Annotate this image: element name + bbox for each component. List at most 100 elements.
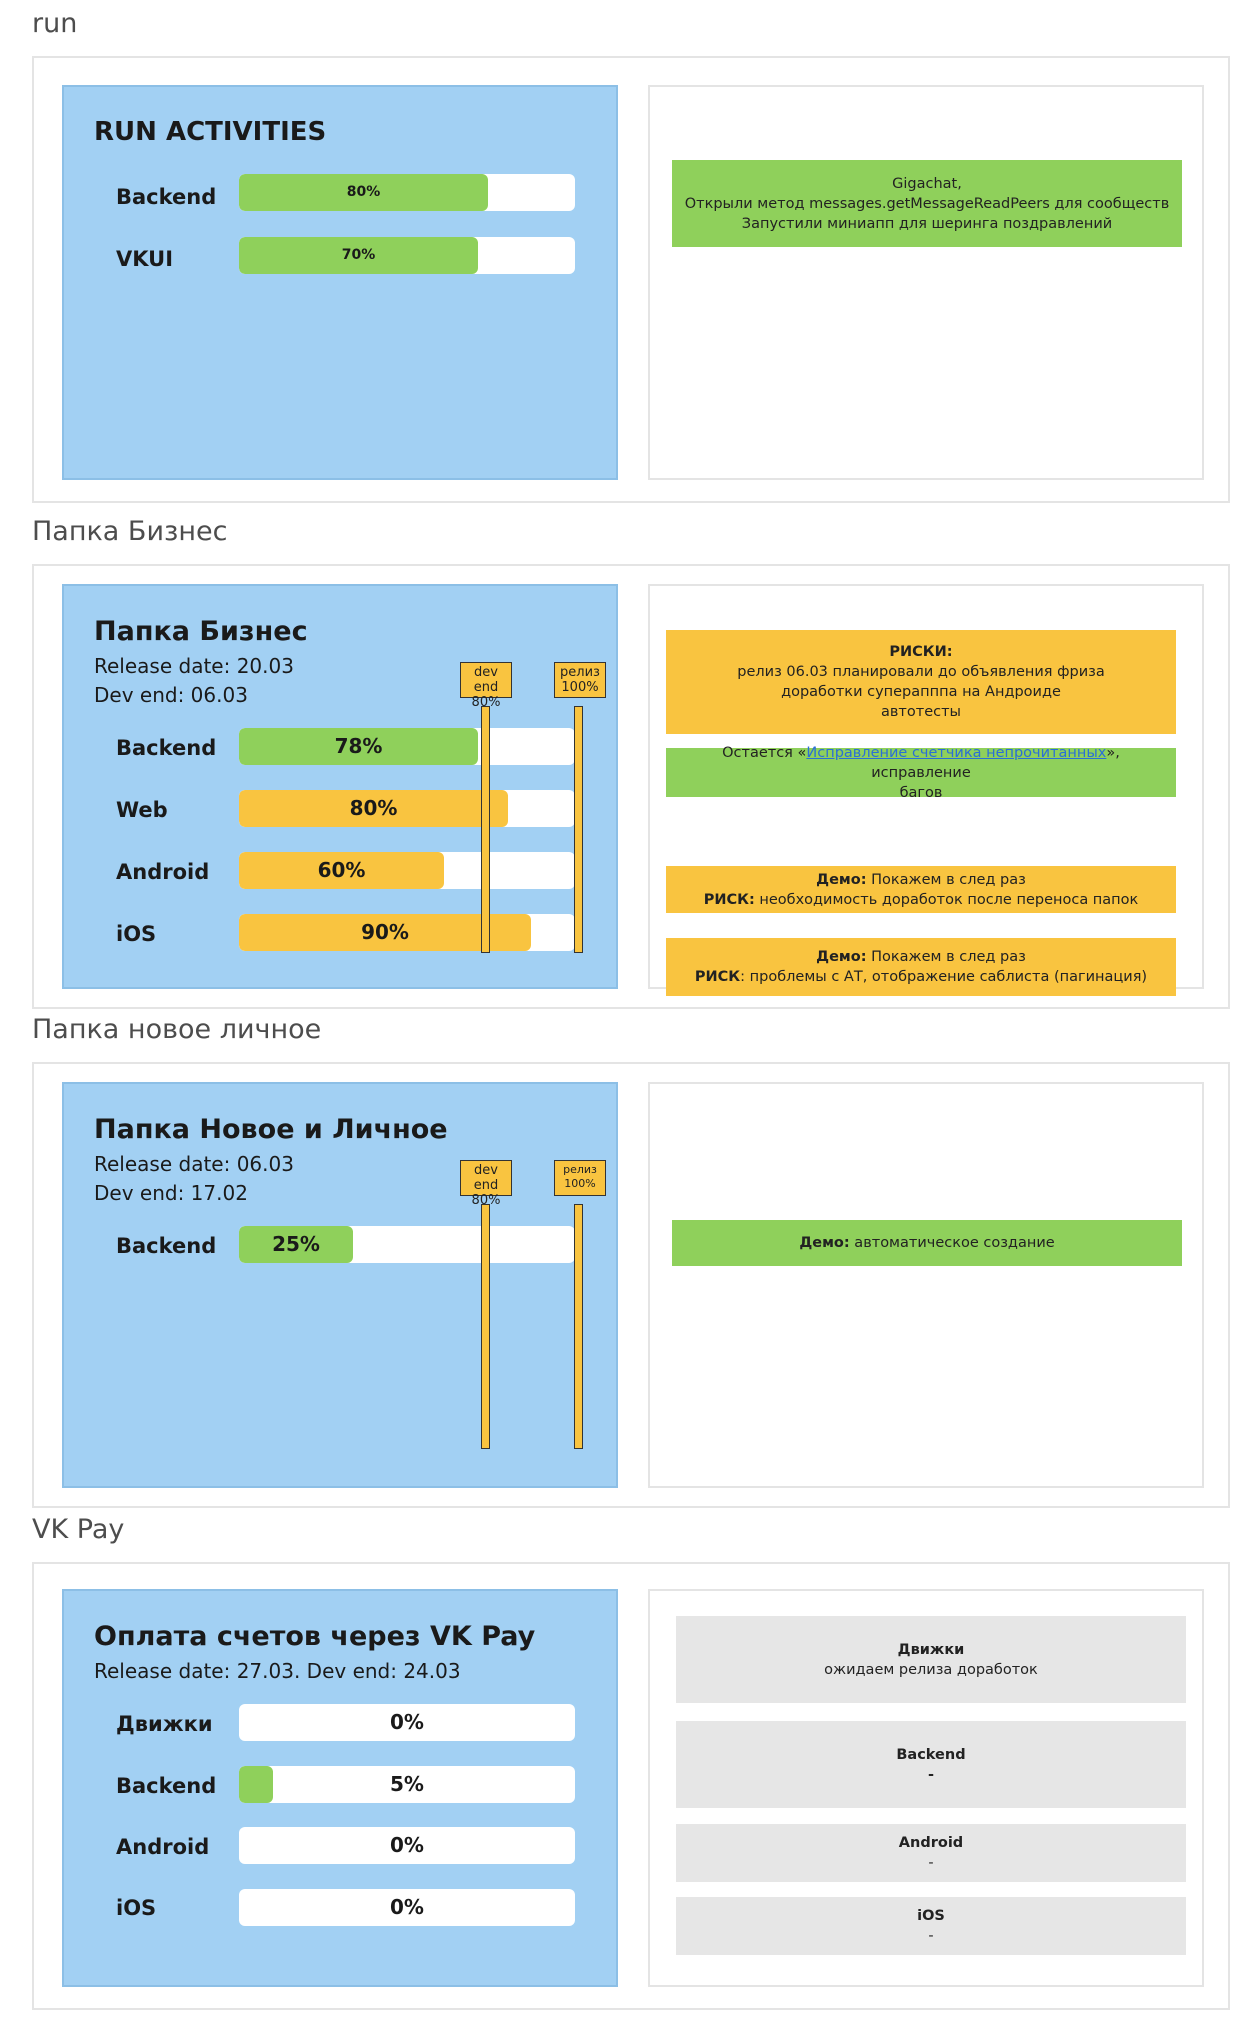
progress-percent: 0% [390, 1833, 424, 1857]
marker-release: релиз 100% [554, 1160, 606, 1196]
progress-bar-android: 0% [239, 1827, 575, 1864]
section-frame-vkpay: Оплата счетов через VK Pay Release date:… [32, 1562, 1230, 2010]
note-line: багов [899, 784, 943, 801]
note-line: доработки суперапппа на Андроиде [781, 684, 1061, 700]
note-risks: РИСКИ: релиз 06.03 планировали до объявл… [666, 630, 1176, 734]
panel-title: RUN ACTIVITIES [94, 117, 327, 147]
marker-label: релиз [560, 665, 600, 680]
marker-dev-end: dev end 80% [460, 662, 512, 710]
note-line: Gigachat, [892, 175, 962, 192]
progress-bar-ios: 0% [239, 1889, 575, 1926]
note-text: Покажем в след раз [866, 949, 1026, 965]
dev-end-line [481, 1204, 490, 1449]
panel-title: Оплата счетов через VK Pay [94, 1621, 536, 1652]
note-android: Android - [676, 1824, 1186, 1882]
progress-bar-web: 80% [239, 790, 575, 827]
note-backend: Backend - [676, 1721, 1186, 1808]
row-label-backend: Backend [116, 185, 217, 209]
dev-end-line [481, 706, 490, 953]
section-frame-new-personal: Папка Новое и Личное Release date: 06.03… [32, 1062, 1230, 1508]
notes-panel-run: Gigachat, Открыли метод messages.getMess… [648, 85, 1204, 480]
note-text: Остается « [722, 744, 807, 761]
progress-percent: 80% [346, 184, 381, 200]
progress-percent: 78% [334, 734, 383, 758]
progress-panel-run: RUN ACTIVITIES Backend 80% VKUI 70% [62, 85, 618, 480]
note-demo-2: Демо: Покажем в след раз РИСК: проблемы … [666, 938, 1176, 996]
row-label-vkui: VKUI [116, 247, 174, 271]
note-text: - [928, 1855, 934, 1871]
note-line: Запустили миниапп для шеринга поздравлен… [741, 215, 1113, 232]
row-label-android: Android [116, 1835, 210, 1859]
release-date: Release date: 06.03 [94, 1152, 294, 1176]
row-label-ios: iOS [116, 922, 157, 946]
notes-panel-new-personal: Демо: автоматическое создание [648, 1082, 1204, 1488]
row-label-web: Web [116, 798, 168, 822]
note-heading: Движки [897, 1641, 965, 1658]
note-remaining: Остается «Исправление счетчика непрочита… [666, 745, 1176, 801]
row-label-backend: Backend [116, 1774, 217, 1798]
dev-end-date: Dev end: 06.03 [94, 683, 248, 707]
note-text: : проблемы с АТ, отображение саблиста (п… [740, 969, 1148, 985]
note-line: Остается «Исправление счетчика непрочита… [676, 743, 1166, 783]
note-line: Демо: Покажем в след раз [816, 947, 1026, 967]
section-label-business: Папка Бизнес [32, 516, 228, 547]
note-line: Демо: автоматическое создание [799, 1233, 1054, 1253]
section-label-vkpay: VK Pay [32, 1514, 125, 1545]
note-demo-1: Демо: Покажем в след раз РИСК: необходим… [666, 866, 1176, 913]
note-text: необходимость доработок после переноса п… [754, 891, 1139, 908]
row-label-backend: Backend [116, 736, 217, 760]
progress-percent: 70% [341, 247, 376, 263]
unread-counter-link[interactable]: Исправление счетчика непрочитанных [806, 745, 1106, 761]
risk-label: РИСК: [703, 891, 755, 908]
notes-panel-business: РИСКИ: релиз 06.03 планировали до объявл… [648, 584, 1204, 996]
release-date: Release date: 27.03. Dev end: 24.03 [94, 1659, 461, 1683]
marker-value: 100% [564, 1177, 596, 1190]
note-engines: Движки ожидаем релиза доработок [676, 1616, 1186, 1703]
progress-bar-engines: 0% [239, 1704, 575, 1741]
note-line: Открыли метод messages.getMessageReadPee… [684, 195, 1170, 212]
progress-panel-new-personal: Папка Новое и Личное Release date: 06.03… [62, 1082, 618, 1488]
section-label-new-personal: Папка новое личное [32, 1014, 322, 1045]
progress-percent: 25% [272, 1232, 320, 1256]
progress-percent: 80% [349, 796, 398, 820]
demo-label: Демо: [816, 949, 867, 965]
progress-percent: 0% [390, 1895, 424, 1919]
row-label-android: Android [116, 860, 210, 884]
section-frame-run: RUN ACTIVITIES Backend 80% VKUI 70% Giga… [32, 56, 1230, 503]
release-line [574, 1204, 583, 1449]
risks-heading: РИСКИ: [889, 644, 953, 660]
section-label-run: run [32, 8, 78, 39]
row-label-engines: Движки [116, 1712, 213, 1736]
panel-title: Папка Бизнес [94, 616, 308, 647]
progress-percent: 0% [390, 1710, 424, 1734]
progress-bar-ios: 90% [239, 914, 575, 951]
note-text: Покажем в след раз [866, 871, 1026, 888]
demo-label: Демо: [816, 871, 867, 888]
marker-value: 100% [561, 680, 599, 695]
note-heading: Android [898, 1835, 964, 1851]
progress-bar-backend: 5% [239, 1766, 575, 1803]
marker-label: dev end [473, 1163, 499, 1193]
note-line: РИСК: необходимость доработок после пере… [704, 890, 1139, 910]
notes-panel-vkpay: Движки ожидаем релиза доработок Backend … [648, 1589, 1204, 1987]
section-frame-business: Папка Бизнес Release date: 20.03 Dev end… [32, 564, 1230, 1009]
note-text: - [927, 1766, 935, 1783]
marker-release: релиз 100% [554, 662, 606, 698]
progress-panel-business: Папка Бизнес Release date: 20.03 Dev end… [62, 584, 618, 989]
risk-label: РИСК [694, 969, 741, 985]
marker-dev-end: dev end 80% [460, 1160, 512, 1208]
note-demo: Демо: автоматическое создание [672, 1220, 1182, 1266]
progress-bar-vkui: 70% [239, 237, 575, 274]
marker-label: dev end [473, 665, 499, 695]
dev-end-date: Dev end: 17.02 [94, 1181, 248, 1205]
note-line: релиз 06.03 планировали до объявления фр… [737, 664, 1105, 680]
row-label-ios: iOS [116, 1896, 157, 1920]
progress-bar-backend: 25% [239, 1226, 575, 1263]
progress-bar-android: 60% [239, 852, 575, 889]
note-heading: iOS [917, 1908, 945, 1924]
release-date: Release date: 20.03 [94, 654, 294, 678]
note-gigachat: Gigachat, Открыли метод messages.getMess… [672, 160, 1182, 247]
panel-title: Папка Новое и Личное [94, 1114, 448, 1145]
demo-label: Демо: [799, 1235, 850, 1251]
note-heading: Backend [896, 1746, 966, 1763]
